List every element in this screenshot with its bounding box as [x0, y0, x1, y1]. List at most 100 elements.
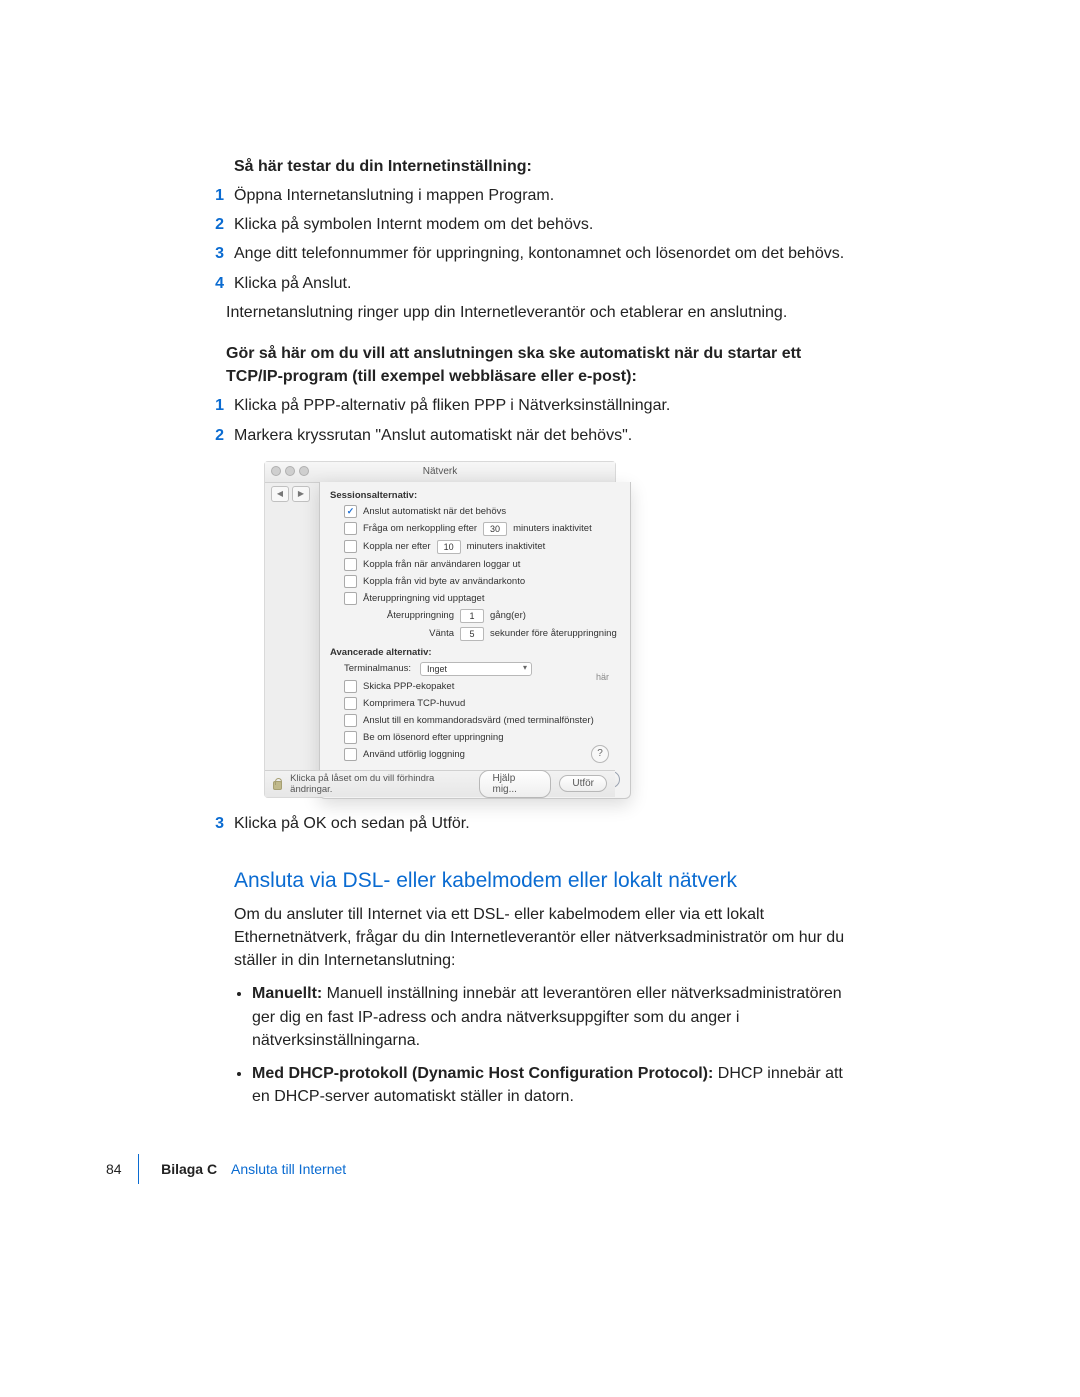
step-text: Öppna Internetanslutning i mappen Progra… — [234, 184, 554, 207]
option-label: Terminalmanus: — [344, 663, 414, 674]
step-item: 3 Klicka på OK och sedan på Utför. — [210, 812, 854, 835]
option-label: Använd utförlig loggning — [363, 749, 465, 760]
option-label: minuters inaktivitet — [513, 523, 592, 534]
option-label: Anslut till en kommandoradsvärd (med ter… — [363, 715, 594, 726]
section-title: Ansluta via DSL- eller kabelmodem eller … — [234, 869, 854, 893]
step-item: 4 Klicka på Anslut. — [210, 272, 854, 295]
lock-text: Klicka på låset om du vill förhindra änd… — [290, 773, 463, 795]
footer-separator — [138, 1154, 140, 1184]
option-row: Återuppringning vid upptaget — [330, 590, 620, 607]
option-row: Koppla från vid byte av användarkonto — [330, 573, 620, 590]
option-label: Koppla från vid byte av användarkonto — [363, 576, 525, 587]
minutes-input[interactable]: 10 — [437, 540, 461, 554]
page-number: 84 — [106, 1161, 122, 1177]
checkbox[interactable] — [344, 505, 357, 518]
background-hint: här — [596, 672, 609, 682]
option-row: Anslut automatiskt när det behövs — [330, 503, 620, 520]
option-row: Be om lösenord efter uppringning — [330, 729, 620, 746]
step-number: 4 — [210, 272, 224, 295]
bullet-lead: Manuellt: — [252, 985, 322, 1002]
option-label: Komprimera TCP-huvud — [363, 698, 465, 709]
step-item: 1 Öppna Internetanslutning i mappen Progr… — [210, 184, 854, 207]
chapter-label: Bilaga C — [161, 1161, 217, 1177]
checkbox[interactable] — [344, 697, 357, 710]
checkbox[interactable] — [344, 748, 357, 761]
close-icon[interactable] — [271, 466, 281, 476]
step-number: 2 — [210, 213, 224, 236]
step-text: Ange ditt telefonnummer för uppringning,… — [234, 242, 844, 265]
checkbox[interactable] — [344, 558, 357, 571]
forward-button[interactable]: ▶ — [292, 486, 310, 502]
page-footer: 84 Bilaga C Ansluta till Internet — [106, 1154, 346, 1184]
screenshot-figure: Nätverk ◀ ▶ Sessionsalternativ: Anslut a… — [264, 461, 616, 798]
preferences-sheet: Sessionsalternativ: Anslut automatiskt n… — [319, 482, 631, 799]
option-label: minuters inaktivitet — [467, 541, 546, 552]
step-number: 1 — [210, 394, 224, 417]
terminal-script-select[interactable]: Inget — [420, 662, 532, 676]
option-label: Återuppringning — [370, 610, 454, 621]
bullet-list: Manuellt: Manuell inställning innebär at… — [252, 982, 854, 1108]
lock-icon[interactable] — [273, 778, 282, 790]
help-button[interactable]: Hjälp mig... — [479, 770, 551, 798]
checkbox[interactable] — [344, 575, 357, 588]
step-number: 2 — [210, 424, 224, 447]
step-item: 2 Markera kryssrutan "Anslut automatiskt … — [210, 424, 854, 447]
chapter-title: Ansluta till Internet — [231, 1161, 346, 1177]
checkbox[interactable] — [344, 731, 357, 744]
count-input[interactable]: 1 — [460, 609, 484, 623]
option-row: Anslut till en kommandoradsvärd (med ter… — [330, 712, 620, 729]
step-number: 3 — [210, 242, 224, 265]
list-item: Med DHCP-protokoll (Dynamic Host Configu… — [252, 1062, 854, 1108]
checkbox[interactable] — [344, 714, 357, 727]
option-label: Fråga om nerkoppling efter — [363, 523, 477, 534]
back-button[interactable]: ◀ — [271, 486, 289, 502]
paragraph: Internetanslutning ringer upp din Intern… — [226, 301, 854, 324]
option-row: Koppla ner efter 10 minuters inaktivitet — [330, 538, 620, 556]
option-row: Skicka PPP-ekopaket — [330, 678, 620, 695]
option-label: sekunder före återuppringning — [490, 628, 617, 639]
checkbox[interactable] — [344, 680, 357, 693]
option-row: Koppla från när användaren loggar ut — [330, 556, 620, 573]
step-number: 1 — [210, 184, 224, 207]
bullet-lead: Med DHCP-protokoll (Dynamic Host Configu… — [252, 1065, 713, 1082]
help-icon[interactable]: ? — [591, 745, 609, 763]
option-label: Be om lösenord efter uppringning — [363, 732, 503, 743]
document-page: Så här testar du din Internetinställning… — [234, 158, 854, 1118]
apply-button[interactable]: Utför — [559, 775, 607, 792]
option-subrow: Återuppringning 1 gång(er) — [330, 607, 620, 625]
section-label: Sessionsalternativ: — [330, 490, 620, 501]
section-heading: Gör så här om du vill att anslutningen s… — [226, 342, 854, 388]
step-item: 3 Ange ditt telefonnummer för uppringning… — [210, 242, 854, 265]
step-text: Klicka på OK och sedan på Utför. — [234, 812, 470, 835]
paragraph: Om du ansluter till Internet via ett DSL… — [234, 903, 854, 973]
minutes-input[interactable]: 30 — [483, 522, 507, 536]
step-text: Klicka på symbolen Internt modem om det … — [234, 213, 593, 236]
nav-toolbar: ◀ ▶ — [271, 486, 310, 502]
seconds-input[interactable]: 5 — [460, 627, 484, 641]
step-text: Klicka på Anslut. — [234, 272, 351, 295]
step-item: 2 Klicka på symbolen Internt modem om det… — [210, 213, 854, 236]
step-number: 3 — [210, 812, 224, 835]
window-titlebar: Nätverk — [265, 462, 615, 483]
option-row: Terminalmanus: Inget — [330, 660, 620, 678]
section-heading: Så här testar du din Internetinställning… — [234, 158, 854, 176]
list-item: Manuellt: Manuell inställning innebär at… — [252, 982, 854, 1052]
option-label: Vänta — [370, 628, 454, 639]
zoom-icon[interactable] — [299, 466, 309, 476]
window-title: Nätverk — [423, 466, 457, 477]
option-label: Anslut automatiskt när det behövs — [363, 506, 506, 517]
checkbox[interactable] — [344, 522, 357, 535]
option-row: Använd utförlig loggning — [330, 746, 620, 763]
step-text: Klicka på PPP-alternativ på fliken PPP i… — [234, 394, 670, 417]
window-traffic-lights — [271, 466, 309, 476]
option-label: gång(er) — [490, 610, 526, 621]
step-text: Markera kryssrutan "Anslut automatiskt n… — [234, 424, 632, 447]
option-label: Koppla från när användaren loggar ut — [363, 559, 520, 570]
option-subrow: Vänta 5 sekunder före återuppringning — [330, 625, 620, 643]
option-row: Fråga om nerkoppling efter 30 minuters i… — [330, 520, 620, 538]
option-label: Koppla ner efter — [363, 541, 431, 552]
minimize-icon[interactable] — [285, 466, 295, 476]
checkbox[interactable] — [344, 540, 357, 553]
checkbox[interactable] — [344, 592, 357, 605]
option-row: Komprimera TCP-huvud — [330, 695, 620, 712]
